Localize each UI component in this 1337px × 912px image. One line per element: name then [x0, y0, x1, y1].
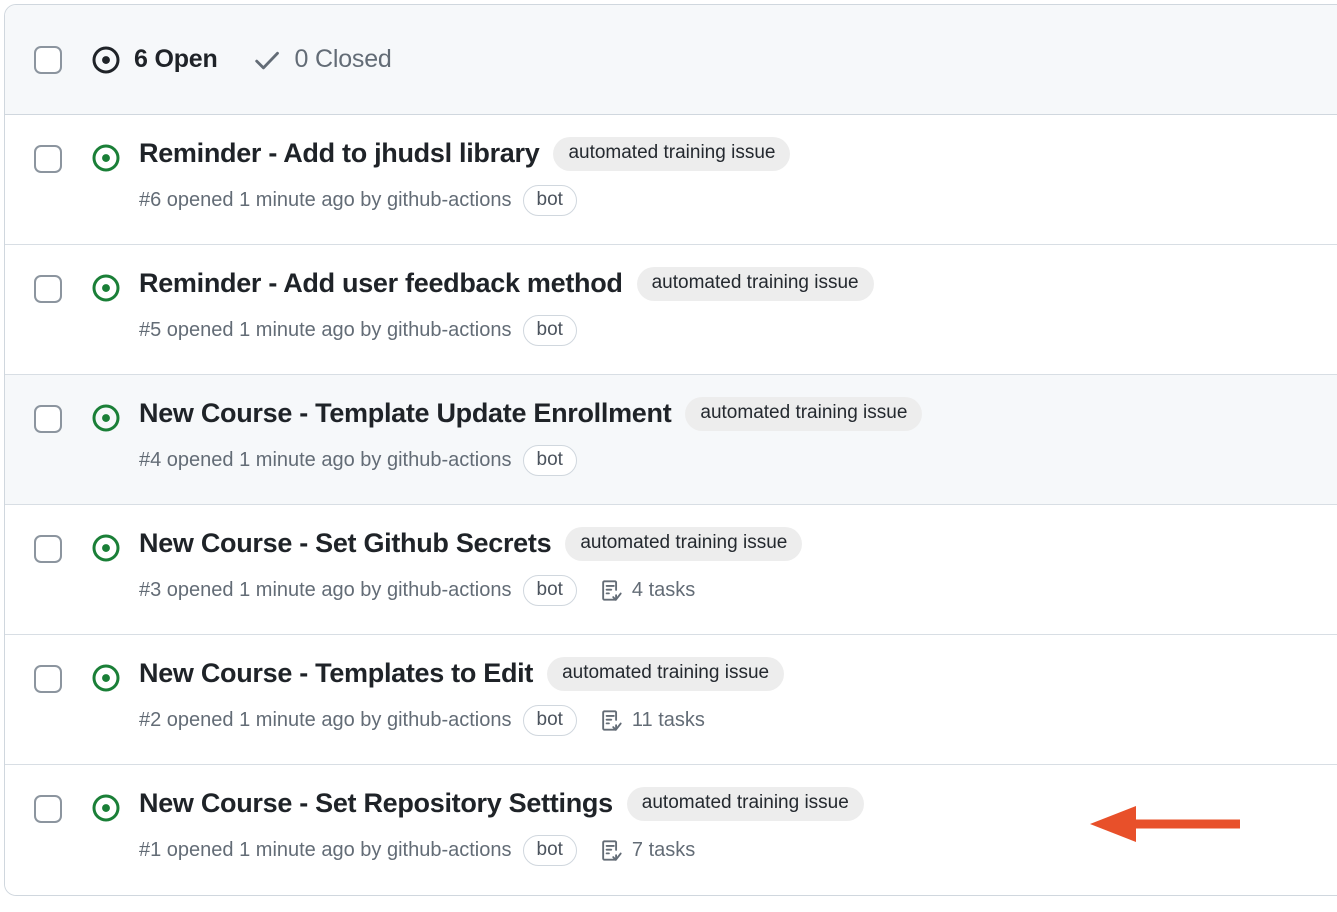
issue-opened-icon: [91, 403, 121, 433]
issue-select-checkbox[interactable]: [34, 795, 62, 823]
issue-meta-line: #4 opened 1 minute ago by github-actions…: [139, 444, 1337, 476]
issue-title-line: Reminder - Add to jhudsl library automat…: [139, 137, 1337, 171]
issue-opened-icon: [91, 45, 121, 75]
issue-label[interactable]: automated training issue: [553, 137, 791, 171]
issue-label[interactable]: automated training issue: [636, 267, 874, 301]
task-progress: 4 tasks: [600, 579, 695, 602]
issue-label[interactable]: automated training issue: [547, 657, 785, 691]
author-bot-badge: bot: [522, 444, 577, 476]
issue-meta-text: #5 opened 1 minute ago by github-actions: [139, 318, 512, 341]
issue-select-checkbox[interactable]: [34, 535, 62, 563]
row-state-icon-cell: [91, 787, 139, 823]
task-count-label: 7 tasks: [631, 838, 696, 861]
issue-select-checkbox[interactable]: [34, 405, 62, 433]
issue-meta-text: #3 opened 1 minute ago by github-actions: [139, 578, 512, 601]
issue-row[interactable]: Reminder - Add to jhudsl library automat…: [5, 115, 1337, 245]
select-all-checkbox[interactable]: [34, 45, 62, 74]
issue-label[interactable]: automated training issue: [685, 397, 923, 431]
closed-count-label: 0 Closed: [294, 45, 392, 73]
row-checkbox-cell: [5, 657, 91, 693]
issue-content: Reminder - Add to jhudsl library automat…: [139, 137, 1337, 216]
tasklist-icon: [600, 709, 623, 732]
issue-content: New Course - Set Repository Settings aut…: [139, 787, 1337, 866]
issue-row[interactable]: New Course - Set Github Secrets automate…: [5, 505, 1337, 635]
issues-panel: 6 Open 0 Closed Reminder - Add to jhudsl…: [4, 4, 1337, 896]
author-bot-badge: bot: [522, 574, 577, 606]
select-all-cell: [5, 45, 91, 74]
issue-label[interactable]: automated training issue: [565, 527, 803, 561]
author-bot-badge: bot: [522, 834, 577, 866]
issue-row[interactable]: New Course - Template Update Enrollment …: [5, 375, 1337, 505]
tasklist-icon: [600, 839, 623, 862]
issue-opened-icon: [91, 273, 121, 303]
task-count-label: 4 tasks: [631, 578, 696, 601]
issue-title-line: New Course - Set Github Secrets automate…: [139, 527, 1337, 561]
issue-title-link[interactable]: New Course - Set Repository Settings: [139, 788, 613, 819]
issue-title-line: New Course - Template Update Enrollment …: [139, 397, 1337, 431]
row-state-icon-cell: [91, 267, 139, 303]
row-state-icon-cell: [91, 657, 139, 693]
issue-meta-text: #4 opened 1 minute ago by github-actions: [139, 448, 512, 471]
issue-meta-text: #2 opened 1 minute ago by github-actions: [139, 708, 512, 731]
issues-list-header: 6 Open 0 Closed: [5, 5, 1337, 115]
issue-row[interactable]: New Course - Templates to Edit automated…: [5, 635, 1337, 765]
issue-title-link[interactable]: Reminder - Add user feedback method: [139, 268, 623, 299]
author-bot-badge: bot: [522, 184, 577, 216]
issue-title-link[interactable]: New Course - Set Github Secrets: [139, 528, 552, 559]
issue-title-link[interactable]: Reminder - Add to jhudsl library: [139, 138, 540, 169]
issue-opened-icon: [91, 533, 121, 563]
issue-meta-text: #6 opened 1 minute ago by github-actions: [139, 188, 512, 211]
issue-title-line: Reminder - Add user feedback method auto…: [139, 267, 1337, 301]
issue-select-checkbox[interactable]: [34, 275, 62, 303]
issue-content: Reminder - Add user feedback method auto…: [139, 267, 1337, 346]
issue-row[interactable]: New Course - Set Repository Settings aut…: [5, 765, 1337, 895]
issue-title-link[interactable]: New Course - Templates to Edit: [139, 658, 533, 689]
check-icon: [252, 45, 282, 75]
row-state-icon-cell: [91, 397, 139, 433]
row-checkbox-cell: [5, 527, 91, 563]
row-checkbox-cell: [5, 267, 91, 303]
issues-list-screen: 6 Open 0 Closed Reminder - Add to jhudsl…: [0, 0, 1337, 912]
issue-meta-line: #5 opened 1 minute ago by github-actions…: [139, 314, 1337, 346]
issue-opened-icon: [91, 793, 121, 823]
issue-meta-line: #3 opened 1 minute ago by github-actions…: [139, 574, 1337, 606]
issue-label[interactable]: automated training issue: [626, 787, 864, 821]
issue-select-checkbox[interactable]: [34, 145, 62, 173]
row-state-icon-cell: [91, 137, 139, 173]
row-checkbox-cell: [5, 787, 91, 823]
issue-title-link[interactable]: New Course - Template Update Enrollment: [139, 398, 672, 429]
issue-meta-line: #6 opened 1 minute ago by github-actions…: [139, 184, 1337, 216]
closed-issues-filter[interactable]: 0 Closed: [252, 45, 392, 75]
issue-title-line: New Course - Templates to Edit automated…: [139, 657, 1337, 691]
row-checkbox-cell: [5, 137, 91, 173]
author-bot-badge: bot: [522, 704, 577, 736]
issue-meta-line: #2 opened 1 minute ago by github-actions…: [139, 704, 1337, 736]
tasklist-icon: [600, 579, 623, 602]
issue-content: New Course - Set Github Secrets automate…: [139, 527, 1337, 606]
task-count-label: 11 tasks: [631, 708, 705, 731]
issue-content: New Course - Templates to Edit automated…: [139, 657, 1337, 736]
issue-meta-text: #1 opened 1 minute ago by github-actions: [139, 838, 512, 861]
issue-content: New Course - Template Update Enrollment …: [139, 397, 1337, 476]
issues-list: Reminder - Add to jhudsl library automat…: [5, 115, 1337, 895]
row-state-icon-cell: [91, 527, 139, 563]
open-count-label: 6 Open: [134, 45, 218, 73]
issue-opened-icon: [91, 143, 121, 173]
issue-opened-icon: [91, 663, 121, 693]
task-progress: 7 tasks: [600, 839, 695, 862]
author-bot-badge: bot: [522, 314, 577, 346]
row-checkbox-cell: [5, 397, 91, 433]
issue-title-line: New Course - Set Repository Settings aut…: [139, 787, 1337, 821]
task-progress: 11 tasks: [600, 709, 705, 732]
issue-row[interactable]: Reminder - Add user feedback method auto…: [5, 245, 1337, 375]
issue-meta-line: #1 opened 1 minute ago by github-actions…: [139, 834, 1337, 866]
issue-select-checkbox[interactable]: [34, 665, 62, 693]
open-issues-filter[interactable]: 6 Open: [91, 45, 218, 75]
